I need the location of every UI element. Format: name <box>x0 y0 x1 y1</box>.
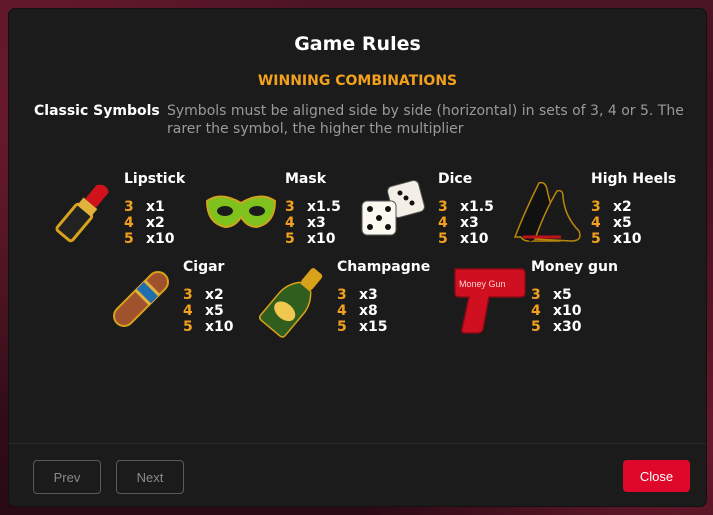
pay-row: 5 x10 <box>124 231 175 247</box>
lipstick-icon <box>55 184 109 243</box>
pay-row: 4 x3 <box>438 215 479 231</box>
symbol-name: Dice <box>438 171 473 187</box>
game-rules-modal: Game Rules WINNING COMBINATIONS Classic … <box>9 9 706 506</box>
symbol-name: Cigar <box>183 259 225 275</box>
pay-row: 4 x3 <box>285 215 326 231</box>
pay-row: 3 x1.5 <box>285 199 341 215</box>
pay-row: 4 x5 <box>591 215 632 231</box>
symbol-name: High Heels <box>591 171 677 187</box>
high-heels-icon <box>513 181 581 242</box>
symbol-name: Money gun <box>531 259 618 275</box>
champagne-icon <box>258 268 323 338</box>
cigar-icon <box>113 271 169 327</box>
pay-row: 4 x5 <box>183 303 224 319</box>
symbol-money-gun: Money Gun Money gun 3 x5 4 x10 5 x30 <box>449 259 618 339</box>
pay-row: 4 x8 <box>337 303 378 319</box>
footer-divider <box>9 443 706 444</box>
pay-row: 3 x3 <box>337 287 378 303</box>
pay-row: 4 x10 <box>531 303 582 319</box>
symbol-lipstick: Lipstick 3 x1 4 x2 5 x10 <box>44 171 204 251</box>
svg-text:Money Gun: Money Gun <box>459 279 506 289</box>
next-button[interactable]: Next <box>116 460 184 494</box>
close-button[interactable]: Close <box>623 460 690 492</box>
pay-row: 5 x10 <box>591 231 642 247</box>
mask-icon <box>205 195 277 229</box>
symbol-high-heels: High Heels 3 x2 4 x5 5 x10 <box>509 171 676 251</box>
dice-icon <box>361 180 425 236</box>
classic-symbols-label: Classic Symbols <box>34 103 160 119</box>
pay-row: 5 x30 <box>531 319 582 335</box>
pay-row: 3 x2 <box>183 287 224 303</box>
symbol-name: Lipstick <box>124 171 186 187</box>
section-title: WINNING COMBINATIONS <box>257 73 458 89</box>
symbol-mask: Mask 3 x1.5 4 x3 5 x10 <box>201 171 361 251</box>
prev-button[interactable]: Prev <box>33 460 101 494</box>
modal-title: Game Rules <box>294 33 421 55</box>
pay-row: 3 x1 <box>124 199 165 215</box>
pay-row: 5 x10 <box>285 231 336 247</box>
pay-row: 5 x15 <box>337 319 388 335</box>
symbol-dice: Dice 3 x1.5 4 x3 5 x10 <box>356 171 516 251</box>
symbol-name: Champagne <box>337 259 431 275</box>
symbol-name: Mask <box>285 171 327 187</box>
pay-row: 5 x10 <box>438 231 489 247</box>
pay-row: 5 x10 <box>183 319 234 335</box>
symbol-champagne: Champagne 3 x3 4 x8 5 x15 <box>255 259 430 339</box>
pay-row: 3 x1.5 <box>438 199 494 215</box>
pay-row: 3 x2 <box>591 199 632 215</box>
money-gun-icon: Money Gun <box>454 268 526 334</box>
symbol-cigar: Cigar 3 x2 4 x5 5 x10 <box>101 259 261 339</box>
pay-row: 3 x5 <box>531 287 572 303</box>
pay-row: 4 x2 <box>124 215 165 231</box>
classic-symbols-description: Symbols must be aligned side by side (ho… <box>167 103 684 137</box>
